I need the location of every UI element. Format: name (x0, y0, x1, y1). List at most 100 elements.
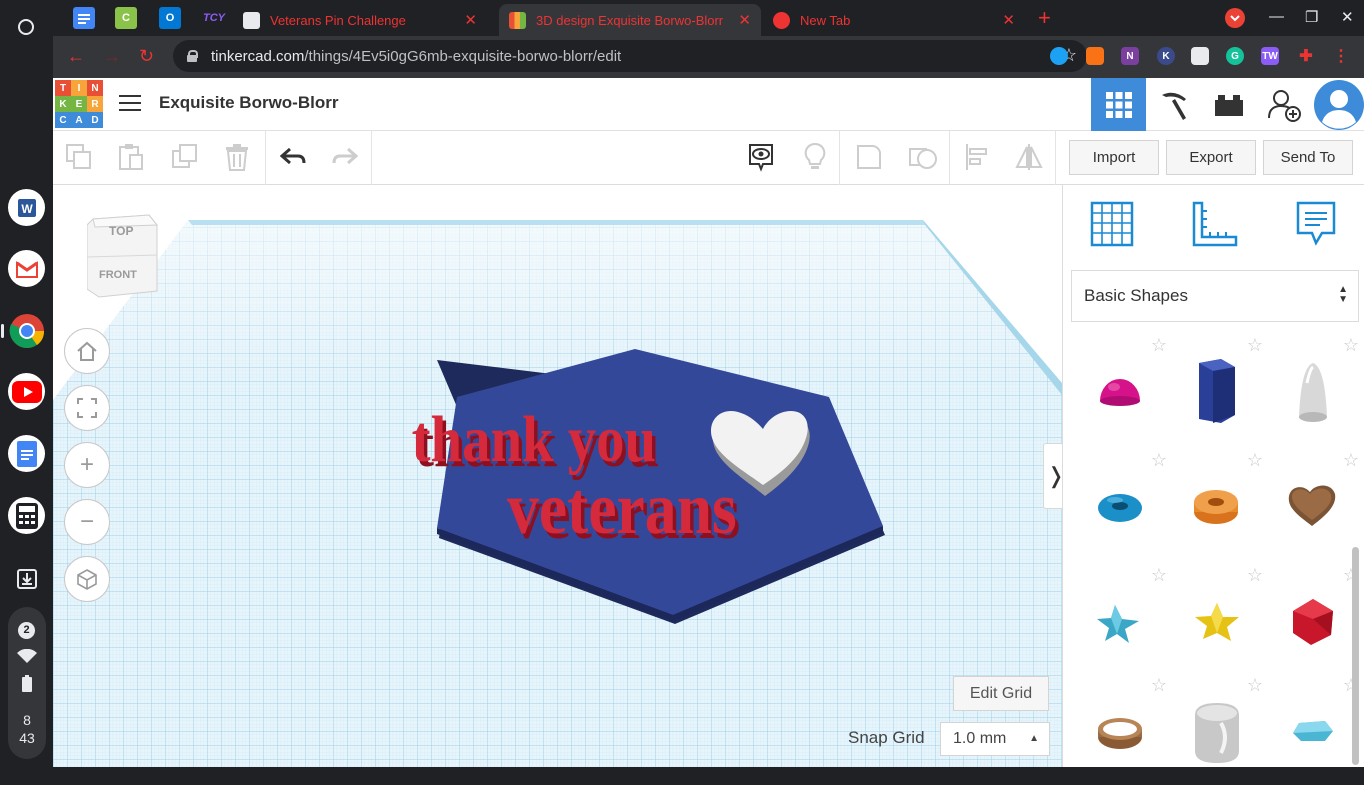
notes-tool-button[interactable] (1292, 199, 1340, 249)
extension-grammarly-icon[interactable]: G (1226, 47, 1244, 65)
shelf-chrome-app[interactable] (8, 312, 45, 349)
ungroup-button[interactable] (905, 139, 941, 175)
view-cube[interactable]: TOP FRONT (86, 211, 159, 301)
forward-arrow-icon[interactable]: → (103, 46, 121, 67)
perspective-button[interactable] (64, 556, 110, 602)
scene-text-line2[interactable]: veterans (507, 468, 737, 549)
tab-veterans-pin-challenge[interactable]: Veterans Pin Challenge ✕ (233, 4, 487, 36)
export-button[interactable]: Export (1166, 140, 1256, 175)
tinkercad-logo[interactable]: T I N K E R C A D (55, 80, 103, 128)
back-arrow-icon[interactable]: ← (67, 46, 85, 67)
shape-hexagonal-prism[interactable]: ☆ (1167, 335, 1263, 445)
launcher-button[interactable] (8, 9, 44, 45)
word-icon: W (17, 198, 36, 217)
extension-pdf-icon[interactable] (1191, 47, 1209, 65)
scene-text-line1[interactable]: thank you (412, 403, 656, 476)
shape-star[interactable]: ☆ (1071, 565, 1167, 675)
docs-lines-icon (78, 14, 90, 24)
rounded-box-icon (1195, 703, 1239, 763)
pinned-tab-outlook[interactable]: O (159, 7, 181, 29)
tab-new-tab[interactable]: New Tab ✕ (763, 4, 1025, 36)
bricks-view-button[interactable] (1201, 78, 1256, 131)
shelf-docs-app[interactable] (8, 435, 45, 472)
edit-grid-button[interactable]: Edit Grid (953, 676, 1049, 711)
3d-design-view-button[interactable] (1091, 78, 1146, 131)
reload-icon[interactable]: ↻ (139, 46, 154, 67)
toolbar-divider (1055, 131, 1056, 185)
extension-onenote-icon[interactable]: N (1121, 47, 1139, 65)
shapes-category-select[interactable]: Basic Shapes ▲ ▼ (1071, 270, 1359, 322)
shape-star-yellow[interactable]: ☆ (1167, 565, 1263, 675)
notes-button[interactable] (743, 139, 779, 175)
shape-paraboloid[interactable]: ☆ (1263, 335, 1359, 445)
browser-menu-icon[interactable]: ⋮ (1332, 47, 1350, 65)
toolbar-divider (371, 131, 372, 185)
shape-rounded-cylinder[interactable]: ☆ (1167, 675, 1263, 785)
new-tab-button[interactable]: + (1038, 5, 1051, 31)
restore-icon[interactable]: ❐ (1305, 8, 1318, 26)
pinned-tab-docs[interactable] (73, 7, 95, 29)
zoom-in-button[interactable]: + (64, 442, 110, 488)
send-to-button[interactable]: Send To (1263, 140, 1353, 175)
home-view-button[interactable] (64, 328, 110, 374)
extension-screencastify-icon[interactable] (1050, 47, 1068, 65)
extensions-puzzle-icon[interactable]: ✚ (1297, 47, 1315, 65)
shape-half-sphere[interactable]: ☆ (1071, 335, 1167, 445)
undo-button[interactable] (275, 139, 311, 175)
align-button[interactable] (959, 139, 995, 175)
toggle-shapes-panel-button[interactable]: ❭ (1043, 443, 1062, 509)
shape-heart[interactable]: ☆ (1263, 450, 1359, 560)
extension-texthelp-icon[interactable]: TW (1261, 47, 1279, 65)
invite-user-button[interactable] (1256, 78, 1311, 131)
shelf-youtube-app[interactable] (8, 373, 45, 410)
close-tab-icon[interactable]: ✕ (1002, 11, 1015, 29)
close-tab-icon[interactable]: ✕ (738, 11, 751, 29)
workplane-viewport[interactable]: thank you thank you veterans veterans TO… (53, 185, 1062, 767)
hint-button[interactable] (797, 139, 833, 175)
shape-tube[interactable]: ☆ (1167, 450, 1263, 560)
duplicate-button[interactable] (167, 139, 203, 175)
close-window-icon[interactable]: ✕ (1341, 8, 1354, 26)
address-bar[interactable]: tinkercad.com /things/4Ev5i0gG6mb-exquis… (173, 40, 1087, 72)
view-cube-front-label[interactable]: FRONT (99, 269, 137, 281)
snap-grid-select[interactable]: 1.0 mm ▲ (940, 722, 1050, 756)
tab-3d-design[interactable]: 3D design Exquisite Borwo-Blorr ✕ (499, 4, 761, 36)
design-title[interactable]: Exquisite Borwo-Blorr (159, 93, 338, 113)
ruler-tool-button[interactable] (1190, 199, 1238, 249)
ruler-icon (1192, 201, 1238, 247)
panel-scrollbar[interactable] (1352, 547, 1359, 765)
extension-kami-icon[interactable]: K (1157, 47, 1175, 65)
close-tab-icon[interactable]: ✕ (464, 11, 477, 29)
pinned-tab-classkick[interactable]: C (115, 7, 137, 29)
shelf-downloads[interactable] (8, 560, 45, 597)
shape-icosahedron[interactable]: ☆ (1263, 565, 1359, 675)
notification-count-badge[interactable]: 2 (18, 622, 35, 639)
fit-view-button[interactable] (64, 385, 110, 431)
pinned-tab-tcy[interactable]: TCY (201, 7, 227, 29)
shape-torus[interactable]: ☆ (1071, 450, 1167, 560)
shelf-gmail-app[interactable] (8, 250, 45, 287)
star-shape-icon (1097, 605, 1139, 643)
user-avatar-button[interactable] (1311, 78, 1364, 131)
active-app-indicator (1, 324, 4, 338)
workplane-grid[interactable]: thank you thank you veterans veterans (53, 185, 1062, 767)
paste-button[interactable] (113, 139, 149, 175)
copy-button[interactable] (61, 139, 97, 175)
shelf-word-app[interactable]: W (8, 189, 45, 226)
shape-ring[interactable]: ☆ (1071, 675, 1167, 785)
shelf-calculator-app[interactable] (8, 497, 45, 534)
redo-button[interactable] (327, 139, 363, 175)
extension-orange-icon[interactable] (1086, 47, 1104, 65)
delete-button[interactable] (219, 139, 255, 175)
minimize-icon[interactable]: — (1269, 8, 1284, 25)
view-cube-top-label[interactable]: TOP (109, 224, 133, 238)
shape-gem[interactable]: ☆ (1263, 675, 1359, 785)
design-list-icon[interactable] (119, 93, 141, 113)
mirror-button[interactable] (1011, 139, 1047, 175)
workplane-tool-button[interactable] (1088, 199, 1136, 249)
group-button[interactable] (851, 139, 887, 175)
tab-search-button[interactable] (1225, 8, 1245, 28)
zoom-out-button[interactable]: − (64, 499, 110, 545)
minecraft-view-button[interactable] (1146, 78, 1201, 131)
import-button[interactable]: Import (1069, 140, 1159, 175)
